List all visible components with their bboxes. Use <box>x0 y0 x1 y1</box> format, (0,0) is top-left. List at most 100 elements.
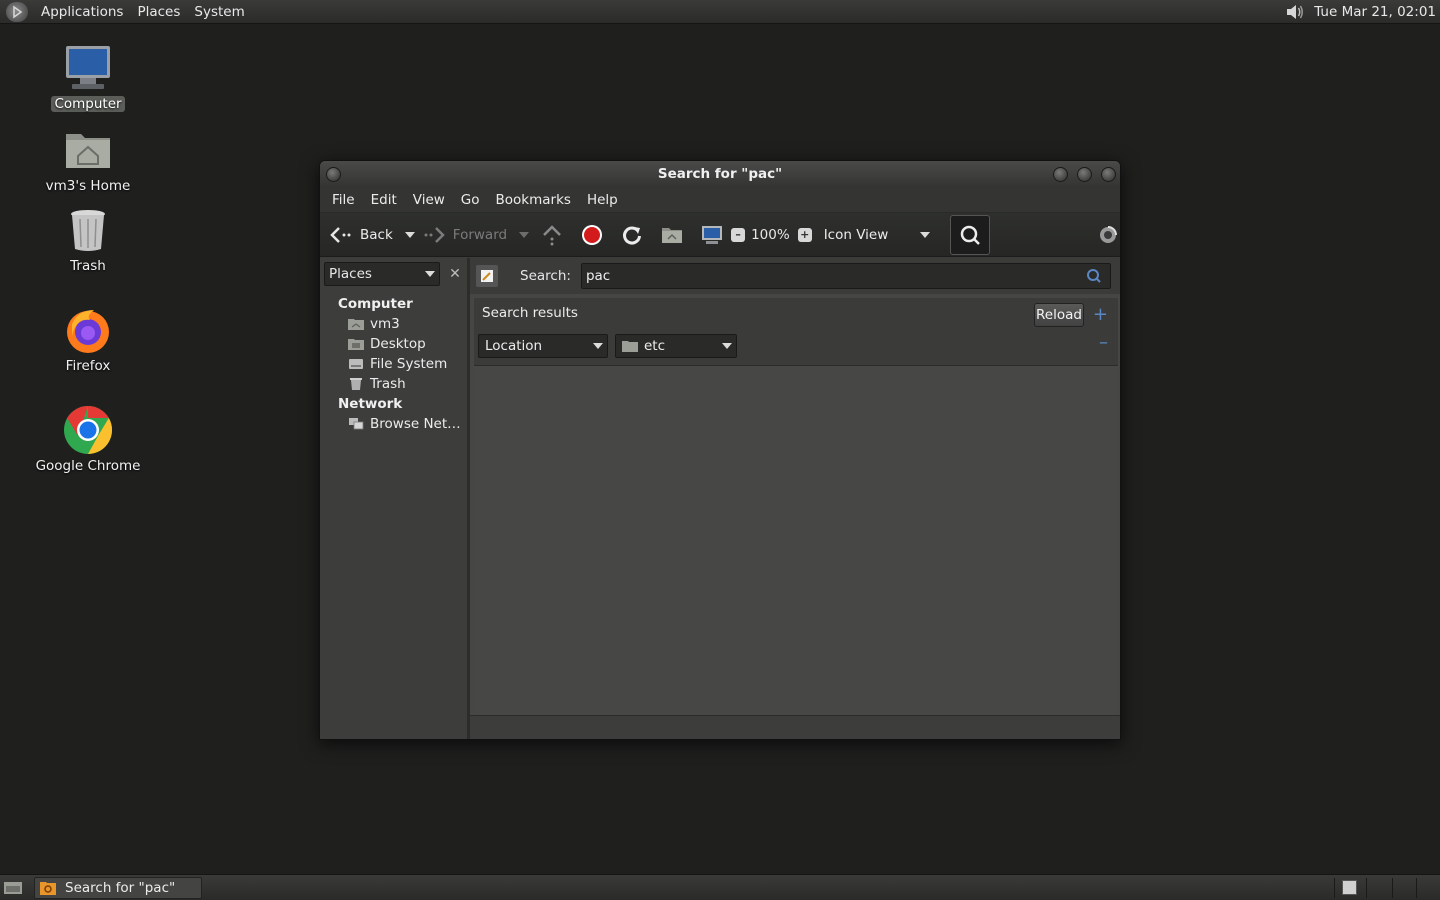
sidebar-item-label: File System <box>370 356 448 372</box>
forward-arrow-icon <box>421 222 447 248</box>
desktop-folder-icon <box>348 339 364 350</box>
results-view[interactable] <box>474 366 1118 715</box>
desktop-icon-label: Computer <box>51 96 125 112</box>
network-icon <box>349 418 364 430</box>
applications-menu[interactable]: Applications <box>34 0 130 24</box>
back-button[interactable]: Back <box>328 222 393 248</box>
desktop-icon-computer[interactable]: Computer <box>28 44 148 112</box>
trash-icon <box>62 206 114 254</box>
trash-icon <box>350 378 362 390</box>
places-menu[interactable]: Places <box>130 0 187 24</box>
drive-icon <box>349 359 363 369</box>
taskbar-button-search[interactable]: Search for "pac" <box>34 877 202 899</box>
search-results-panel: Search results Reload + Location etc – <box>474 298 1118 366</box>
zoom-in-button[interactable]: + <box>797 227 812 242</box>
volume-icon[interactable] <box>1284 2 1306 22</box>
search-bar: Search: pac <box>470 258 1120 294</box>
sidebar-item-label: Trash <box>370 376 406 392</box>
bottom-panel: Search for "pac" <box>0 874 1440 900</box>
sidebar-section-computer: Computer <box>338 296 413 312</box>
sidebar-item-desktop[interactable]: Desktop <box>320 334 467 354</box>
menu-help[interactable]: Help <box>579 192 626 208</box>
workspace-4[interactable] <box>1416 878 1440 898</box>
sidebar-item-filesystem[interactable]: File System <box>320 354 467 374</box>
status-bar <box>470 715 1120 739</box>
folder-icon <box>622 340 638 352</box>
back-history-dropdown[interactable] <box>404 231 415 238</box>
search-folder-icon <box>40 882 56 895</box>
menu-edit[interactable]: Edit <box>363 192 405 208</box>
desktop-icon-trash[interactable]: Trash <box>28 206 148 274</box>
sidebar-item-browse-network[interactable]: Browse Net… <box>320 414 467 434</box>
system-menu[interactable]: System <box>187 0 251 24</box>
forward-button[interactable]: Forward <box>421 222 507 248</box>
computer-icon <box>62 44 114 92</box>
sidebar-item-label: Desktop <box>370 336 426 352</box>
zoom-level: 100% <box>751 226 790 243</box>
taskbar-button-label: Search for "pac" <box>65 880 176 896</box>
criterion-value-label: etc <box>644 338 666 354</box>
chrome-icon <box>62 406 114 454</box>
reload-toolbar-button[interactable] <box>619 222 645 248</box>
clock[interactable]: Tue Mar 21, 02:01 <box>1314 4 1436 20</box>
search-icon[interactable] <box>1086 268 1102 284</box>
gnome-foot-icon[interactable] <box>6 1 28 22</box>
sidebar-selector-label: Places <box>329 266 372 282</box>
menu-bookmarks[interactable]: Bookmarks <box>488 192 579 208</box>
window-menu-button[interactable] <box>326 167 341 182</box>
sidebar-header: Places ✕ <box>320 258 467 290</box>
view-mode-selector[interactable]: Icon View <box>824 227 937 243</box>
remove-criterion-button[interactable]: – <box>1099 332 1108 353</box>
menu-go[interactable]: Go <box>453 192 488 208</box>
firefox-icon <box>62 306 114 354</box>
window-titlebar[interactable]: Search for "pac" <box>320 161 1120 187</box>
criterion-value-select[interactable]: etc <box>615 334 737 358</box>
up-button[interactable] <box>539 222 565 248</box>
close-button[interactable] <box>1101 167 1116 182</box>
toolbar: Back Forward – 100% + Icon View <box>320 213 1120 257</box>
view-mode-label: Icon View <box>823 226 889 243</box>
workspace-indicator <box>1342 880 1357 895</box>
chevron-down-icon <box>722 343 732 349</box>
desktop-icon-chrome[interactable]: Google Chrome <box>28 406 148 474</box>
forward-history-dropdown[interactable] <box>519 231 530 238</box>
desktop-icon-label: Trash <box>70 258 106 274</box>
sidebar: Places ✕ Computer vm3 Desktop File Syste… <box>320 258 470 739</box>
home-folder-icon <box>348 319 364 330</box>
sidebar-item-label: vm3 <box>370 316 400 332</box>
maximize-button[interactable] <box>1077 167 1092 182</box>
show-desktop-icon[interactable] <box>2 878 24 898</box>
sidebar-item-vm3[interactable]: vm3 <box>320 314 467 334</box>
sidebar-item-trash[interactable]: Trash <box>320 374 467 394</box>
chevron-down-icon <box>920 231 931 238</box>
window-title: Search for "pac" <box>657 166 783 182</box>
menu-file[interactable]: File <box>324 192 363 208</box>
edit-location-button[interactable] <box>476 265 498 287</box>
back-arrow-icon <box>328 222 354 248</box>
chevron-down-icon <box>425 271 435 277</box>
minimize-button[interactable] <box>1053 167 1068 182</box>
search-toggle-button[interactable] <box>950 214 991 255</box>
pencil-icon <box>481 270 493 282</box>
add-criterion-button[interactable]: + <box>1093 304 1108 325</box>
desktop-icon-label: Firefox <box>65 358 111 374</box>
reload-button[interactable]: Reload <box>1034 303 1084 327</box>
up-arrow-icon <box>539 222 565 248</box>
criterion-type-select[interactable]: Location <box>478 334 608 358</box>
search-input[interactable]: pac <box>580 263 1111 289</box>
reload-icon <box>619 222 645 248</box>
activity-spinner-icon <box>1098 225 1118 245</box>
menu-view[interactable]: View <box>405 192 453 208</box>
sidebar-selector[interactable]: Places <box>324 262 440 286</box>
desktop-icon-firefox[interactable]: Firefox <box>28 306 148 374</box>
sidebar-section-network: Network <box>338 396 403 412</box>
stop-icon <box>579 222 605 248</box>
home-button[interactable] <box>659 222 685 248</box>
close-sidebar-button[interactable]: ✕ <box>444 263 466 285</box>
stop-button[interactable] <box>579 222 605 248</box>
home-folder-icon <box>62 126 114 174</box>
computer-button[interactable] <box>699 222 725 248</box>
desktop-icon-label: Google Chrome <box>35 458 141 474</box>
zoom-out-button[interactable]: – <box>731 227 746 242</box>
desktop-icon-home[interactable]: vm3's Home <box>28 126 148 194</box>
